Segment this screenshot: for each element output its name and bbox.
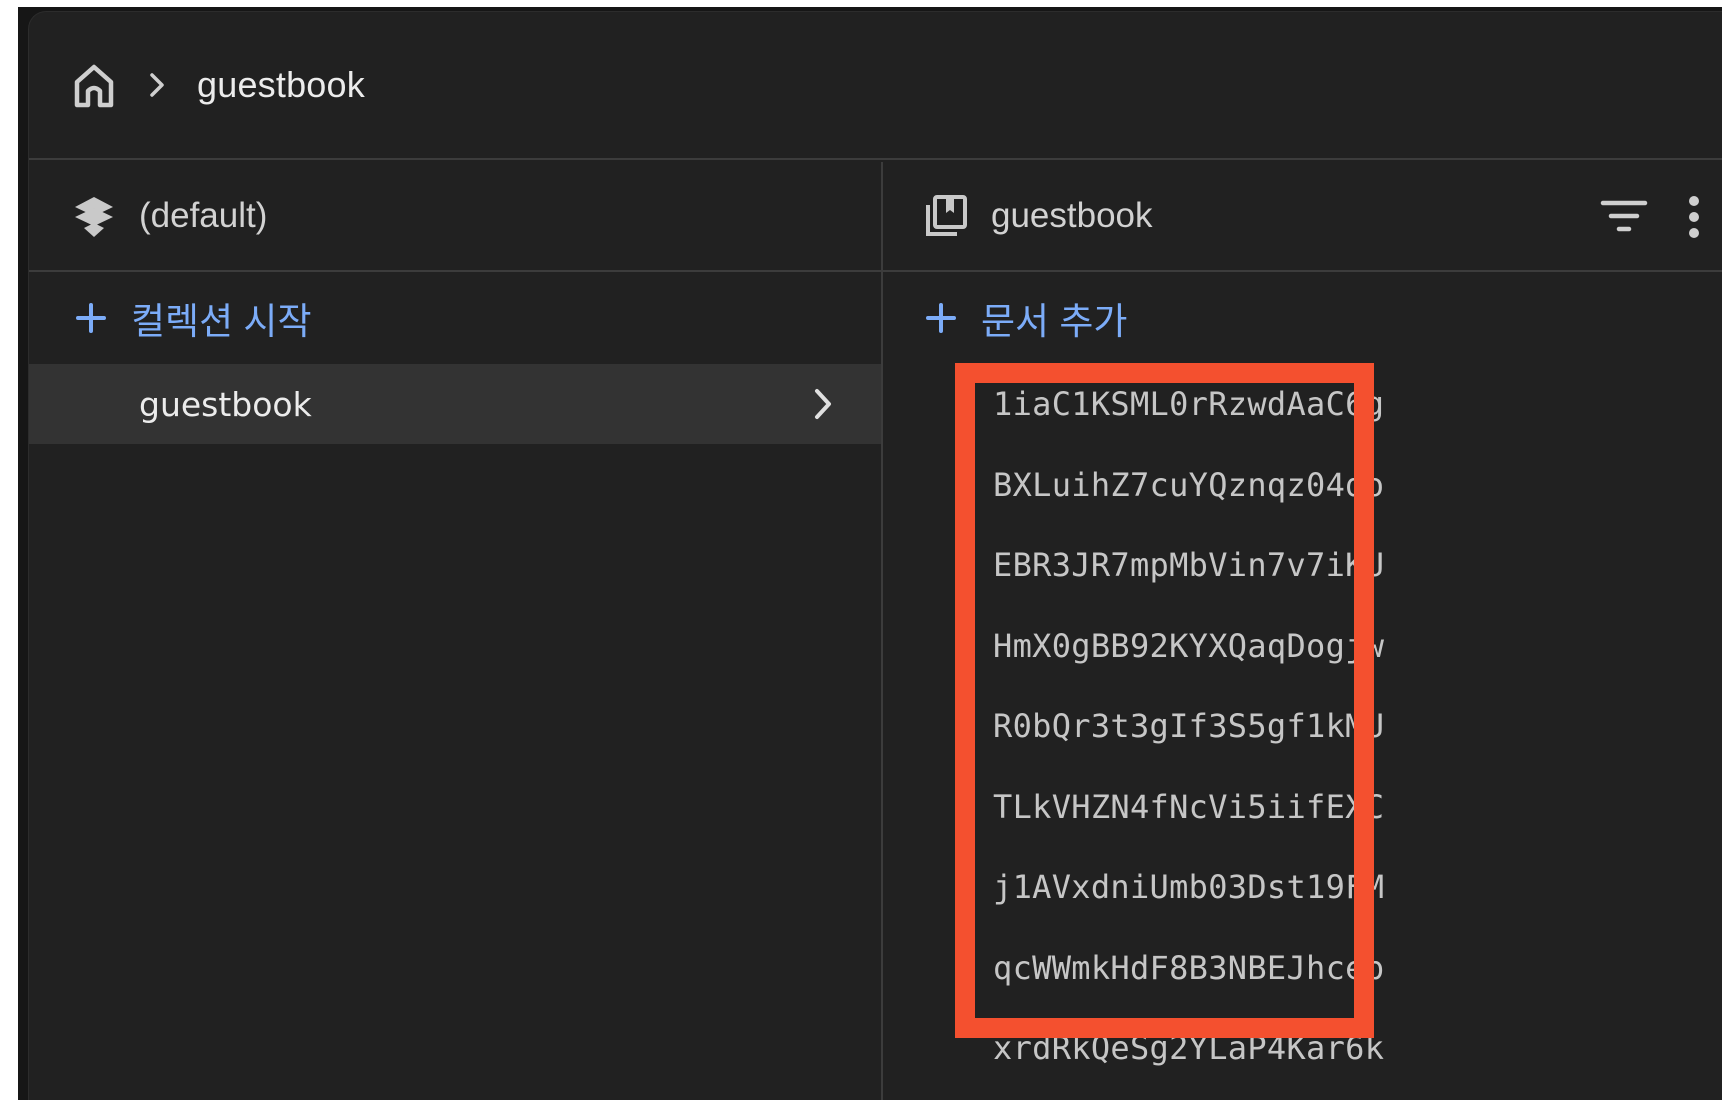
document-item[interactable]: R0bQr3t3gIf3S5gf1kMU bbox=[883, 686, 1722, 767]
database-header: (default) bbox=[29, 162, 881, 272]
document-item[interactable]: TLkVHZN4fNcVi5iifEXC bbox=[883, 767, 1722, 848]
chevron-right-icon bbox=[803, 384, 843, 424]
firestore-data-panel: guestbook (default) 컬렉션 시작 guestbook gue… bbox=[28, 11, 1722, 1100]
collection-header: guestbook bbox=[883, 162, 1722, 272]
start-collection-button[interactable]: 컬렉션 시작 bbox=[29, 272, 881, 364]
database-column: (default) 컬렉션 시작 guestbook bbox=[29, 162, 883, 1100]
collection-header-actions bbox=[1596, 162, 1722, 272]
document-item[interactable]: EBR3JR7mpMbVin7v7iKU bbox=[883, 525, 1722, 606]
add-document-label: 문서 추가 bbox=[981, 301, 1128, 342]
document-item[interactable]: xrdRkQeSg2YLaP4Kar6k bbox=[883, 1008, 1722, 1089]
collection-item-guestbook[interactable]: guestbook bbox=[29, 364, 881, 444]
home-icon[interactable] bbox=[71, 60, 117, 110]
document-list: 1iaC1KSML0rRzwdAaC6g BXLuihZ7cuYQznqz04d… bbox=[883, 364, 1722, 1089]
collection-item-label: guestbook bbox=[139, 384, 312, 424]
collection-column: guestbook 문서 추가 1iaC1KSML0rRzwdAaC6g BXL… bbox=[883, 162, 1722, 1100]
filter-icon[interactable] bbox=[1596, 189, 1652, 245]
document-item[interactable]: 1iaC1KSML0rRzwdAaC6g bbox=[883, 364, 1722, 445]
collection-icon bbox=[923, 193, 969, 239]
document-item[interactable]: HmX0gBB92KYXQaqDogjw bbox=[883, 606, 1722, 687]
plus-icon bbox=[73, 300, 109, 336]
document-item[interactable]: BXLuihZ7cuYQznqz04do bbox=[883, 445, 1722, 526]
breadcrumb-current[interactable]: guestbook bbox=[197, 64, 365, 106]
firestore-stack-icon bbox=[71, 193, 117, 239]
database-title: (default) bbox=[139, 196, 268, 235]
collection-title: guestbook bbox=[991, 196, 1153, 235]
document-item[interactable]: qcWWmkHdF8B3NBEJhceb bbox=[883, 928, 1722, 1009]
document-item[interactable]: j1AVxdniUmb03Dst19FM bbox=[883, 847, 1722, 928]
start-collection-label: 컬렉션 시작 bbox=[131, 301, 312, 342]
chevron-right-icon bbox=[139, 70, 175, 100]
plus-icon bbox=[923, 300, 959, 336]
breadcrumb: guestbook bbox=[29, 12, 1722, 160]
app-frame: guestbook (default) 컬렉션 시작 guestbook gue… bbox=[18, 7, 1722, 1100]
more-vert-icon[interactable] bbox=[1666, 189, 1722, 245]
add-document-button[interactable]: 문서 추가 bbox=[883, 272, 1722, 364]
